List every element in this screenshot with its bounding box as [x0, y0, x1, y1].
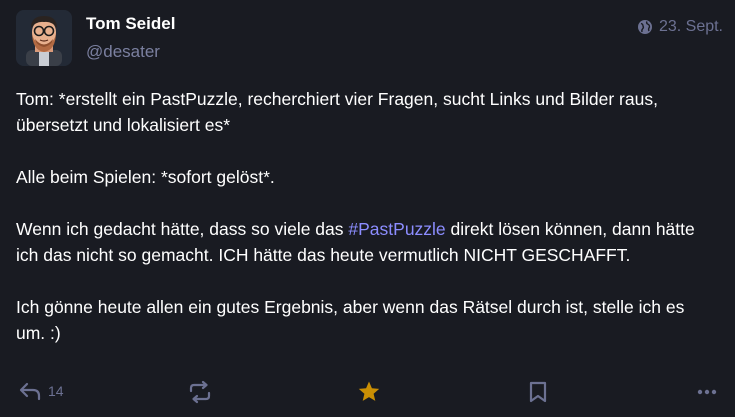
author-display-name[interactable]: Tom Seidel	[86, 14, 175, 34]
hashtag-link[interactable]: #PastPuzzle	[348, 219, 445, 239]
content-paragraph: Alle beim Spielen: *sofort gelöst*.	[16, 167, 275, 187]
content-paragraph: Wenn ich gedacht hätte, dass so viele da…	[16, 216, 716, 268]
more-button[interactable]	[696, 380, 718, 404]
bookmark-button[interactable]	[527, 380, 549, 404]
globe-icon	[637, 20, 652, 34]
boost-icon	[189, 380, 211, 404]
avatar[interactable]	[16, 10, 72, 66]
content-paragraph: Tom: *erstellt ein PastPuzzle, recherchi…	[16, 89, 658, 135]
post-date[interactable]: 23. Sept.	[659, 18, 723, 36]
favourite-button[interactable]	[356, 380, 382, 404]
reply-count: 14	[48, 383, 64, 399]
content-paragraph: Ich gönne heute allen ein gutes Ergebnis…	[16, 297, 685, 343]
post-meta: 23. Sept.	[637, 18, 723, 36]
reply-button[interactable]: 14	[18, 380, 64, 402]
boost-button[interactable]	[187, 380, 213, 404]
content-text: Wenn ich gedacht hätte, dass so viele da…	[16, 219, 349, 239]
reply-icon	[19, 382, 41, 401]
action-bar: 14	[0, 372, 735, 412]
post-content: Tom: *erstellt ein PastPuzzle, recherchi…	[16, 86, 716, 346]
bookmark-icon	[529, 381, 547, 403]
author-handle[interactable]: @desater	[86, 42, 160, 62]
status-post: Tom Seidel @desater 23. Sept. Tom: *erst…	[0, 0, 735, 417]
avatar-illustration	[16, 10, 72, 66]
star-icon	[358, 381, 380, 401]
more-icon	[697, 389, 717, 395]
